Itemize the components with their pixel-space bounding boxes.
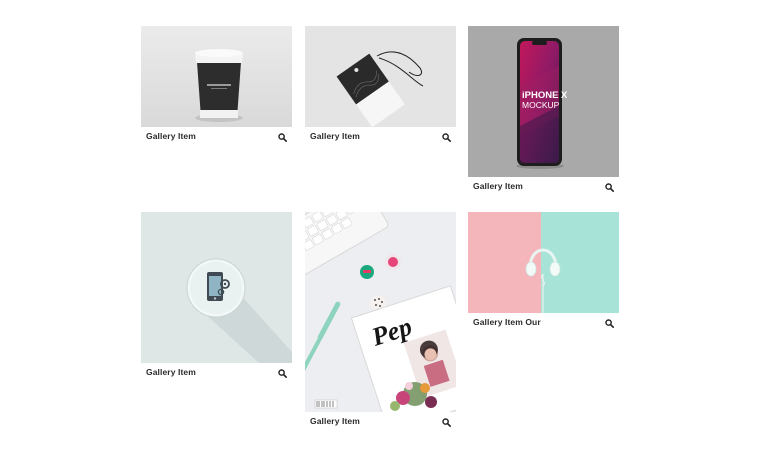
gallery-card-hang-tag[interactable]: Gallery Item (305, 26, 456, 149)
search-icon[interactable] (605, 183, 614, 192)
gallery-item-title: Gallery Item (473, 181, 523, 191)
gallery-item-title: Gallery Item (146, 367, 196, 377)
search-icon[interactable] (278, 133, 287, 142)
gallery-thumbnail[interactable]: iPHONE X MOCKUP (468, 26, 619, 177)
gallery-caption: Gallery Item (305, 127, 456, 149)
hang-tag-image (305, 26, 456, 127)
gallery-item-title: Gallery Item (310, 416, 360, 426)
headphones-image (468, 212, 619, 313)
gallery-card-coffee-cup[interactable]: Gallery Item (141, 26, 292, 149)
gallery-card-desk-flatlay[interactable]: Pep Gallery Item (305, 212, 456, 434)
desk-flatlay-image: Pep (305, 212, 456, 412)
iphone-mockup-subtitle: MOCKUP (522, 100, 560, 110)
coffee-cup-image (141, 26, 292, 127)
gallery-item-title: Gallery Item (146, 131, 196, 141)
gallery-thumbnail[interactable] (468, 212, 619, 313)
search-icon[interactable] (442, 133, 451, 142)
gallery-card-headphones[interactable]: Gallery Item Our (468, 212, 619, 335)
search-icon[interactable] (605, 319, 614, 328)
gallery-thumbnail[interactable] (141, 212, 292, 363)
gallery-card-iphone[interactable]: iPHONE X MOCKUP Gallery Item (468, 26, 619, 199)
gallery-caption: Gallery Item Our (468, 313, 619, 335)
gallery-caption: Gallery Item (305, 412, 456, 434)
gallery-caption: Gallery Item (468, 177, 619, 199)
gallery-item-title: Gallery Item Our (473, 317, 541, 327)
search-icon[interactable] (278, 369, 287, 378)
gallery-page: Gallery Item Gallery Item iPHONE X MOCKU… (0, 0, 760, 460)
mobile-settings-image (141, 212, 292, 363)
iphone-x-image: iPHONE X MOCKUP (468, 26, 619, 177)
search-icon[interactable] (442, 418, 451, 427)
gallery-thumbnail[interactable]: Pep (305, 212, 456, 412)
gallery-caption: Gallery Item (141, 363, 292, 385)
gallery-item-title: Gallery Item (310, 131, 360, 141)
gallery-caption: Gallery Item (141, 127, 292, 149)
gallery-thumbnail[interactable] (305, 26, 456, 127)
gallery-thumbnail[interactable] (141, 26, 292, 127)
gallery-card-mobile-settings[interactable]: Gallery Item (141, 212, 292, 385)
